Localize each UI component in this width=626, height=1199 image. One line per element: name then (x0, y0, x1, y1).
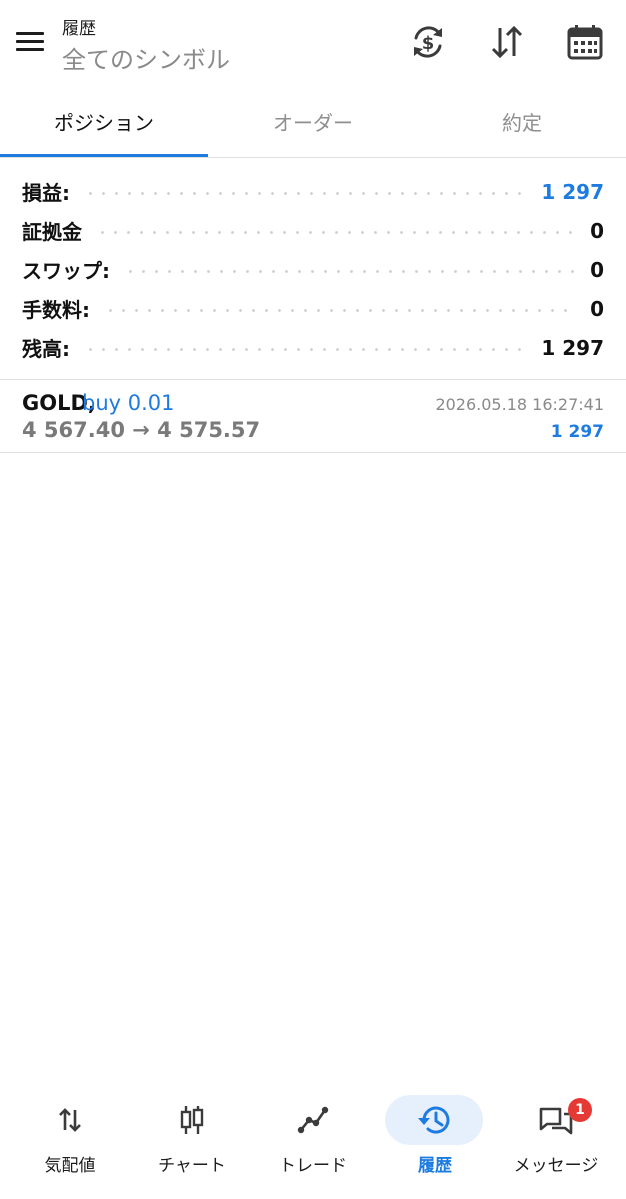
summary-row-commission: 手数料: 0 (0, 289, 626, 328)
dotted-leader (124, 270, 577, 273)
svg-text:$: $ (422, 33, 435, 54)
tab-orders[interactable]: オーダー (209, 92, 417, 156)
summary-value: 1 297 (541, 179, 604, 204)
tab-positions[interactable]: ポジション (0, 92, 208, 156)
summary-label: 手数料: (22, 298, 90, 322)
menu-icon[interactable] (10, 22, 50, 62)
nav-messages[interactable]: 1 メッセージ (496, 1085, 616, 1185)
dotted-leader (84, 348, 528, 351)
summary-value: 0 (590, 218, 604, 243)
summary-row-swap: スワップ: 0 (0, 250, 626, 289)
trade-divider (0, 452, 626, 453)
trade-profit: 1 297 (550, 422, 604, 442)
dotted-leader (84, 192, 528, 195)
page-title: 履歴 (62, 19, 96, 39)
nav-quotes[interactable]: 気配値 (10, 1085, 130, 1185)
unread-badge: 1 (568, 1098, 592, 1122)
summary-label: 損益: (22, 181, 70, 205)
app-root: 履歴 全てのシンボル $ ポジション オーダー 約定 損益: 1 297 証拠金… (0, 0, 626, 1199)
trade-row[interactable]: GOLD, buy 0.01 4 567.40 → 4 575.57 2026.… (0, 381, 626, 451)
history-tabs: ポジション オーダー 約定 (0, 92, 626, 158)
summary-row-balance: 残高: 1 297 (0, 328, 626, 367)
nav-chart[interactable]: チャート (132, 1085, 252, 1185)
summary-divider (0, 379, 626, 380)
summary-label: 残高: (22, 337, 70, 361)
nav-trade[interactable]: トレード (253, 1085, 373, 1185)
summary-value: 1 297 (541, 335, 604, 360)
trade-time: 2026.05.18 16:27:41 (435, 395, 604, 414)
nav-label: メッセージ (513, 1156, 599, 1176)
nav-label: 履歴 (418, 1156, 452, 1176)
summary-row-profit: 損益: 1 297 (0, 172, 626, 211)
nav-label: トレード (279, 1156, 347, 1176)
trade-prices: 4 567.40 → 4 575.57 (22, 418, 261, 442)
top-app-bar: 履歴 全てのシンボル $ (0, 0, 626, 90)
tabs-divider (0, 157, 626, 158)
dotted-leader (104, 309, 577, 312)
bottom-navigation: 気配値 チャート トレード 履歴 1 メッセージ (0, 1085, 626, 1199)
tab-deals[interactable]: 約定 (418, 92, 626, 156)
summary-label: 証拠金 (22, 220, 82, 244)
trade-line-icon (293, 1100, 333, 1140)
summary-value: 0 (590, 296, 604, 321)
history-icon (415, 1100, 455, 1140)
summary-panel: 損益: 1 297 証拠金 0 スワップ: 0 手数料: 0 残高: 1 297 (0, 172, 626, 367)
nav-label: 気配値 (44, 1156, 96, 1176)
nav-history[interactable]: 履歴 (375, 1085, 495, 1185)
summary-row-margin: 証拠金 0 (0, 211, 626, 250)
symbol-filter[interactable]: 全てのシンボル (62, 40, 230, 75)
calendar-icon[interactable] (565, 22, 605, 62)
trade-side-volume: buy 0.01 (82, 391, 175, 415)
nav-label: チャート (158, 1156, 226, 1176)
candlestick-chart-icon (172, 1100, 212, 1140)
currency-exchange-icon[interactable]: $ (408, 22, 448, 62)
summary-value: 0 (590, 257, 604, 282)
summary-label: スワップ: (22, 259, 110, 283)
quotes-icon (50, 1100, 90, 1140)
sort-icon[interactable] (487, 22, 527, 62)
dotted-leader (96, 231, 577, 234)
